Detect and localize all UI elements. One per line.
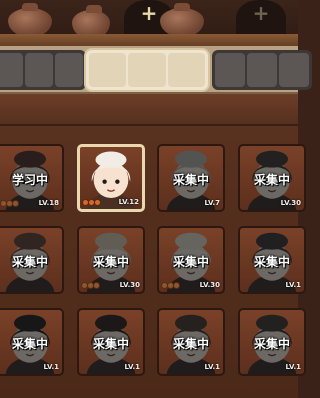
- plus-icon: +: [252, 1, 270, 25]
- page-group-left[interactable]: [0, 50, 86, 90]
- character-level: LV.18: [38, 199, 59, 207]
- star-rating: [82, 283, 99, 288]
- character-level: LV.1: [204, 363, 220, 371]
- star-rating: [1, 201, 18, 206]
- character-level: LV.30: [280, 199, 301, 207]
- character-card[interactable]: 采集中 LV.30: [77, 226, 145, 294]
- character-card[interactable]: 采集中 LV.1: [77, 308, 145, 376]
- plus-icon: +: [140, 1, 158, 25]
- character-board: 学习中 LV.18 LV.12 采集中 LV.7 采集中 LV.30 采集中 采集中 LV.30 采…: [0, 94, 306, 398]
- character-card[interactable]: 采集中: [0, 226, 64, 294]
- character-level: LV.1: [43, 363, 59, 371]
- character-status: 采集中: [172, 173, 209, 187]
- page-segment: [215, 53, 245, 87]
- page-segment: [89, 53, 127, 87]
- page-segment: [279, 53, 309, 87]
- star-icon: [94, 283, 99, 288]
- pot-decoration: [160, 3, 204, 36]
- star-icon: [83, 200, 88, 205]
- character-level: LV.12: [118, 198, 139, 206]
- character-status: 采集中: [92, 337, 129, 351]
- page-segment: [0, 53, 23, 87]
- page-segment: [55, 53, 83, 87]
- character-status: 学习中: [11, 173, 48, 187]
- character-status: 采集中: [92, 255, 129, 269]
- character-level: LV.30: [119, 281, 140, 289]
- star-icon: [89, 200, 94, 205]
- star-icon: [168, 283, 173, 288]
- page-segment: [128, 53, 166, 87]
- character-level: LV.1: [285, 281, 301, 289]
- character-status: 采集中: [253, 173, 290, 187]
- page-segment: [25, 53, 53, 87]
- character-level: LV.1: [285, 363, 301, 371]
- page-group-right[interactable]: [212, 50, 312, 90]
- top-scene: + +: [0, 0, 298, 48]
- character-status: 采集中: [172, 255, 209, 269]
- star-icon: [1, 201, 6, 206]
- character-card[interactable]: 采集中 LV.7: [157, 144, 225, 212]
- star-icon: [88, 283, 93, 288]
- character-card[interactable]: 采集中 LV.1: [0, 308, 64, 376]
- character-level: LV.1: [124, 363, 140, 371]
- star-rating: [83, 200, 100, 205]
- star-icon: [82, 283, 87, 288]
- character-card[interactable]: 采集中 LV.30: [157, 226, 225, 294]
- star-rating: [162, 283, 179, 288]
- star-icon: [7, 201, 12, 206]
- character-status: 采集中: [11, 337, 48, 351]
- character-level: LV.7: [204, 199, 220, 207]
- star-icon: [162, 283, 167, 288]
- character-card[interactable]: LV.12: [77, 144, 145, 212]
- character-card[interactable]: 学习中 LV.18: [0, 144, 64, 212]
- character-card[interactable]: 采集中 LV.1: [238, 308, 306, 376]
- page-segment: [247, 53, 277, 87]
- character-status: 采集中: [172, 337, 209, 351]
- character-status: 采集中: [253, 337, 290, 351]
- character-card[interactable]: 采集中 LV.1: [157, 308, 225, 376]
- character-level: LV.30: [199, 281, 220, 289]
- star-icon: [13, 201, 18, 206]
- pot-decoration: [8, 3, 52, 36]
- star-icon: [174, 283, 179, 288]
- page-group-selected[interactable]: [86, 50, 208, 90]
- star-icon: [95, 200, 100, 205]
- character-card[interactable]: 采集中 LV.1: [238, 226, 306, 294]
- character-status: 采集中: [11, 255, 48, 269]
- character-card[interactable]: 采集中 LV.30: [238, 144, 306, 212]
- character-status: 采集中: [253, 255, 290, 269]
- page-segment: [167, 53, 205, 87]
- page-strip: [0, 46, 312, 94]
